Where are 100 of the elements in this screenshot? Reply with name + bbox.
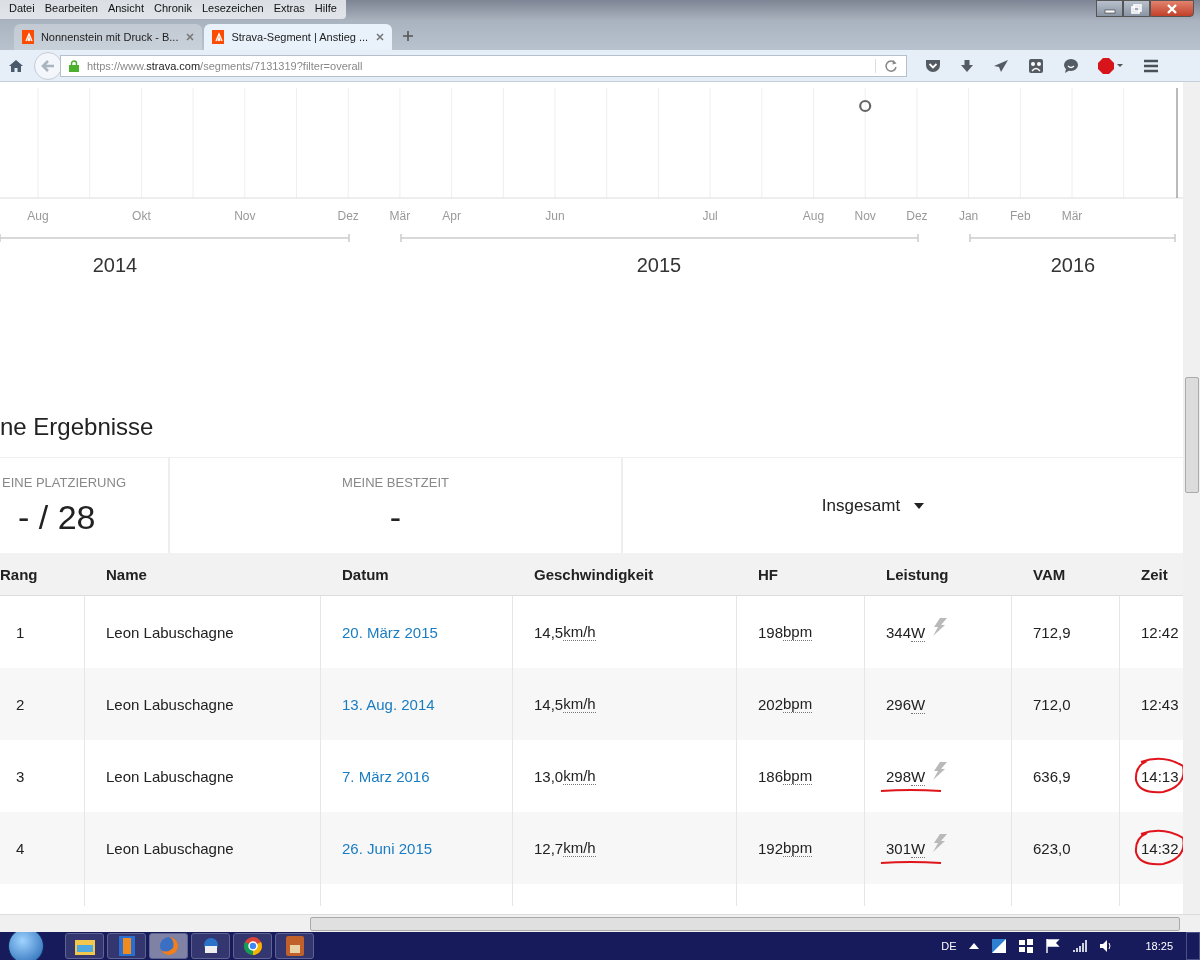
menu-icon[interactable]: [1143, 58, 1159, 73]
power-unit: W: [911, 767, 926, 786]
vam-value: 712,9: [1033, 623, 1071, 641]
horizontal-scrollbar[interactable]: [0, 914, 1200, 932]
date-link[interactable]: 26. Juni 2015: [342, 839, 433, 857]
speed-value: 14,5: [534, 695, 564, 713]
home-icon[interactable]: [8, 58, 24, 73]
pocket-icon[interactable]: [925, 58, 941, 73]
power-unit: W: [911, 623, 926, 642]
power-unit: W: [911, 695, 926, 714]
stat-value: -: [389, 497, 402, 537]
heart-rate-unit: bpm: [783, 695, 813, 713]
address-bar[interactable]: https://www.strava.com/segments/7131319?filter=overall: [60, 54, 907, 77]
browser-icon: [158, 936, 179, 956]
speaker-icon[interactable]: [1100, 939, 1113, 953]
month-label: Apr: [442, 209, 461, 223]
sad-face-icon[interactable]: [1028, 57, 1044, 74]
month-label: Mär: [1061, 209, 1083, 223]
column-header[interactable]: Datum: [321, 553, 513, 595]
signal-icon[interactable]: [1073, 940, 1088, 952]
month-label: Dez: [337, 209, 359, 223]
date-link[interactable]: 20. März 2015: [342, 623, 438, 641]
browser-tab[interactable]: Strava-Segment | Anstieg ...: [204, 24, 392, 50]
month-label: Jul: [702, 209, 718, 223]
power-value: 298: [886, 767, 912, 785]
clock[interactable]: 18:25: [1145, 940, 1173, 952]
up-arrow-icon[interactable]: [969, 943, 980, 949]
time-value: 14:13: [1141, 767, 1179, 785]
rank-text: 3: [16, 767, 25, 785]
heart-rate-value: 192: [758, 839, 784, 857]
menu-item[interactable]: Chronik: [149, 1, 197, 18]
speed-unit: km/h: [563, 767, 596, 785]
heart-rate-value: 186: [758, 767, 784, 785]
menu-item[interactable]: Hilfe: [309, 1, 342, 18]
mountain-logo-icon: [212, 30, 225, 44]
menu-item[interactable]: Lesezeichen: [196, 1, 269, 18]
close-icon[interactable]: [375, 32, 384, 42]
column-header[interactable]: Geschwindigkeit: [513, 553, 737, 595]
url-text: https://www.strava.com/segments/7131319?filter=overall: [87, 59, 364, 72]
speed-unit: km/h: [563, 623, 596, 641]
taskbar-button[interactable]: [233, 933, 272, 959]
power-value: 344: [886, 623, 912, 641]
month-label: Jun: [545, 209, 565, 223]
menu-item[interactable]: Ansicht: [102, 1, 149, 18]
data-point[interactable]: [859, 99, 872, 113]
time-value: 14:32: [1141, 839, 1179, 857]
paper-plane-icon[interactable]: [993, 58, 1009, 73]
restore-icon: [1130, 3, 1143, 14]
column-header[interactable]: VAM: [1012, 553, 1120, 595]
month-label: Nov: [854, 209, 876, 223]
stat-label: MEINE BESTZEIT: [342, 474, 449, 490]
close-button[interactable]: [1150, 0, 1194, 17]
year-label: 2016: [1050, 254, 1096, 277]
athlete-name: Leon Labuschagne: [106, 767, 234, 785]
chat-icon[interactable]: [1063, 58, 1079, 73]
column-header[interactable]: HF: [737, 553, 865, 595]
time-value: 12:42: [1141, 623, 1179, 641]
mountain-logo-icon: [22, 30, 34, 44]
browser-tab[interactable]: Nonnenstein mit Druck - B...: [14, 24, 202, 50]
year-label: 2015: [636, 254, 682, 277]
vertical-scrollbar[interactable]: [1183, 82, 1200, 914]
menu-item[interactable]: Bearbeiten: [39, 1, 103, 18]
plus-icon[interactable]: [402, 30, 414, 42]
language-indicator[interactable]: DE: [941, 940, 957, 952]
menu-item[interactable]: Datei: [4, 1, 40, 18]
power-value: 296: [886, 695, 912, 713]
date-link[interactable]: 7. März 2016: [342, 767, 430, 785]
taskbar-button[interactable]: [65, 933, 104, 959]
athlete-name: Leon Labuschagne: [106, 839, 234, 857]
restore-button[interactable]: [1123, 0, 1150, 17]
app-tray-icon[interactable]: [992, 939, 1007, 953]
rank-text: 4: [16, 839, 25, 857]
vam-value: 623,0: [1033, 839, 1071, 857]
vam-value: 636,9: [1033, 767, 1071, 785]
adblock-icon[interactable]: [1098, 57, 1124, 74]
column-header[interactable]: Rang: [0, 553, 85, 595]
windows-icon[interactable]: [1019, 939, 1034, 953]
heart-rate-unit: bpm: [783, 767, 813, 785]
taskbar-button[interactable]: [107, 933, 146, 959]
taskbar-button[interactable]: [191, 933, 230, 959]
column-header[interactable]: Leistung: [865, 553, 1012, 595]
power-unit: W: [911, 839, 926, 858]
download-icon[interactable]: [960, 58, 974, 73]
lock-icon: [69, 59, 79, 72]
speed-unit: km/h: [563, 839, 596, 857]
heart-rate-value: 198: [758, 623, 784, 641]
minimize-button[interactable]: [1096, 0, 1123, 17]
flag-icon[interactable]: [1046, 939, 1061, 953]
year-label: 2014: [92, 254, 138, 277]
date-link[interactable]: 13. Aug. 2014: [342, 695, 435, 713]
taskbar-button[interactable]: [275, 933, 314, 959]
filter-dropdown[interactable]: Insgesamt: [821, 495, 925, 516]
stat-value: - / 28: [18, 497, 96, 537]
column-header[interactable]: Zeit: [1120, 553, 1183, 595]
section-heading: ne Ergebnisse: [0, 413, 155, 442]
column-header[interactable]: Name: [85, 553, 321, 595]
menu-item[interactable]: Extras: [268, 1, 310, 18]
back-arrow-icon: [40, 58, 56, 73]
heart-rate-unit: bpm: [783, 839, 813, 857]
close-icon[interactable]: [185, 32, 194, 42]
